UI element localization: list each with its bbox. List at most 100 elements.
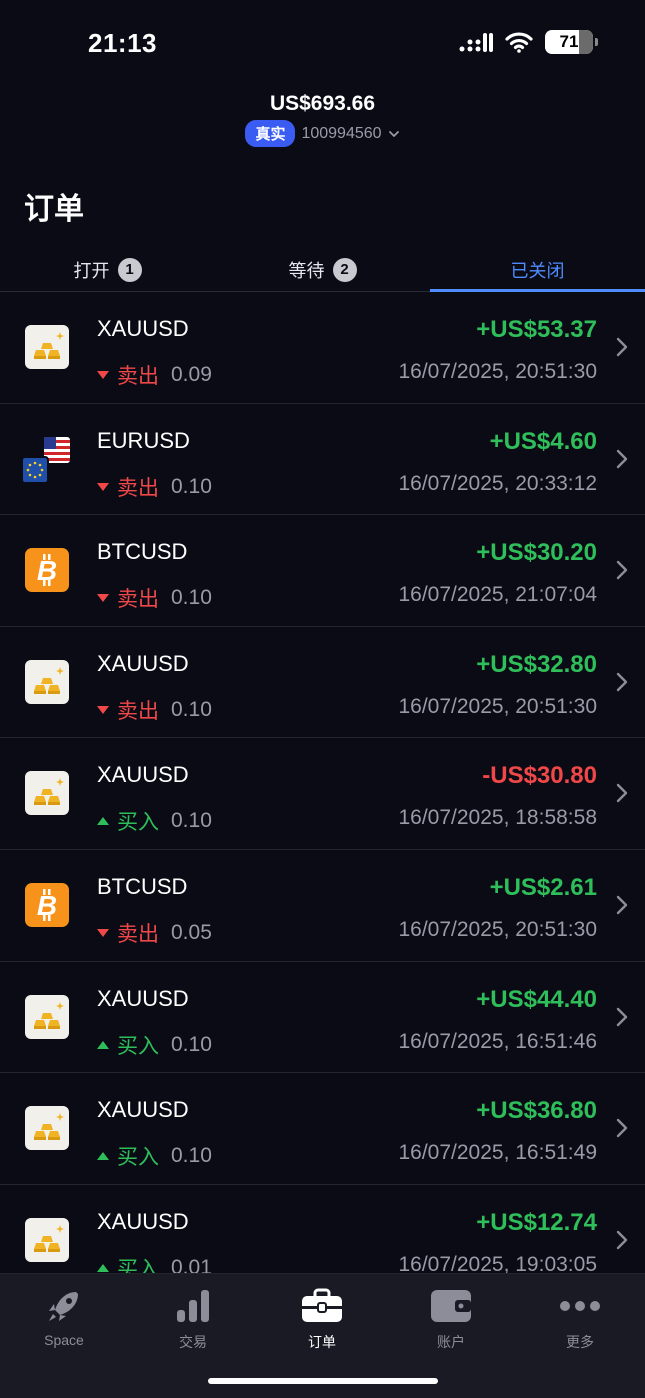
nav-label: 账户 [437, 1334, 465, 1350]
order-row[interactable]: XAUUSD 买入 0.10 +US$44.40 16/07/2025, 16:… [0, 962, 645, 1074]
order-row[interactable]: B BTCUSD 卖出 0.10 +US$30.20 16/07/2025, 2… [0, 515, 645, 627]
order-close-time: 16/07/2025, 20:51:30 [398, 694, 597, 718]
order-symbol: XAUUSD [97, 985, 189, 1011]
order-symbol: BTCUSD [97, 539, 188, 565]
order-pnl: +US$36.80 [476, 1097, 597, 1125]
account-type-badge: 真实 [245, 120, 296, 147]
order-volume: 0.10 [171, 474, 212, 498]
nav-more[interactable]: 更多 [535, 1286, 625, 1352]
account-selector[interactable]: 真实 100994560 [0, 120, 645, 147]
tab-label: 打开 [73, 260, 110, 281]
account-balance: US$693.66 [269, 92, 376, 115]
order-volume: 0.10 [171, 697, 212, 721]
order-symbol: XAUUSD [97, 1208, 189, 1234]
gold-bars-icon [25, 994, 69, 1039]
order-row[interactable]: B BTCUSD 卖出 0.05 +US$2.61 16/07/2025, 20… [0, 850, 645, 962]
chevron-right-icon [616, 1230, 628, 1249]
status-icons: 71 [459, 30, 598, 54]
eu-us-flags-icon [21, 435, 70, 484]
order-symbol: XAUUSD [97, 316, 189, 341]
gold-bars-icon [25, 325, 69, 369]
gold-bars-icon [25, 1217, 69, 1262]
chevron-right-icon [616, 1007, 628, 1026]
order-side: 卖出 [117, 922, 159, 946]
order-volume: 0.10 [171, 1032, 212, 1056]
order-symbol: XAUUSD [97, 762, 189, 788]
tab-pending[interactable]: 等待 2 [215, 248, 430, 291]
nav-space[interactable]: Space [19, 1286, 109, 1348]
order-side-line: 卖出 0.10 [97, 583, 212, 613]
battery-icon: 71 [545, 30, 598, 54]
nav-account[interactable]: 账户 [406, 1286, 496, 1352]
order-side: 买入 [117, 1034, 159, 1058]
triangle-up-icon [97, 1040, 109, 1049]
order-close-time: 16/07/2025, 18:58:58 [398, 806, 597, 830]
cellular-signal-icon [459, 33, 493, 52]
order-side-line: 买入 0.10 [97, 1141, 212, 1171]
order-close-time: 16/07/2025, 20:33:12 [398, 471, 597, 495]
bitcoin-icon: B [25, 882, 69, 927]
order-side-line: 卖出 0.09 [97, 360, 212, 390]
order-row[interactable]: XAUUSD 买入 0.01 +US$12.74 16/07/2025, 19:… [0, 1185, 645, 1273]
order-side: 买入 [117, 1257, 159, 1273]
order-side: 买入 [117, 1146, 159, 1170]
order-side: 买入 [117, 811, 159, 835]
order-pnl: +US$30.20 [476, 539, 597, 567]
order-side: 卖出 [117, 365, 159, 388]
order-volume: 0.01 [171, 1255, 212, 1273]
order-row[interactable]: EURUSD 卖出 0.10 +US$4.60 16/07/2025, 20:3… [0, 404, 645, 516]
wallet-icon [431, 1290, 471, 1322]
tab-count-badge: 1 [117, 257, 142, 282]
tab-open[interactable]: 打开 1 [0, 248, 215, 291]
order-side-line: 买入 0.10 [97, 806, 212, 836]
order-pnl: +US$2.61 [489, 873, 597, 901]
gold-bars-icon [25, 659, 69, 704]
gold-bars-icon [25, 1106, 69, 1151]
order-side: 卖出 [117, 588, 159, 612]
closed-orders-list[interactable]: XAUUSD 卖出 0.09 +US$53.37 16/07/2025, 20:… [0, 292, 645, 1273]
order-volume: 0.10 [171, 809, 212, 833]
order-volume: 0.05 [171, 920, 212, 944]
chevron-right-icon [616, 672, 628, 691]
nav-label: 更多 [566, 1334, 594, 1350]
order-row[interactable]: XAUUSD 卖出 0.10 +US$32.80 16/07/2025, 20:… [0, 627, 645, 739]
order-pnl: +US$32.80 [476, 650, 597, 678]
nav-orders[interactable]: 订单 [277, 1286, 367, 1352]
order-side-line: 买入 0.10 [97, 1030, 212, 1060]
order-volume: 0.10 [171, 1144, 212, 1168]
order-volume: 0.09 [171, 363, 212, 386]
order-symbol: XAUUSD [97, 650, 189, 676]
gold-bars-icon [25, 771, 69, 816]
order-side: 卖出 [117, 699, 159, 723]
triangle-up-icon [97, 1152, 109, 1161]
order-row[interactable]: XAUUSD 买入 0.10 -US$30.80 16/07/2025, 18:… [0, 738, 645, 850]
nav-label: 交易 [179, 1334, 207, 1350]
battery-level: 71 [559, 32, 579, 51]
status-time: 21:13 [88, 28, 157, 58]
bitcoin-icon: B [25, 548, 69, 593]
tab-closed[interactable]: 已关闭 [430, 248, 645, 292]
order-row[interactable]: XAUUSD 卖出 0.09 +US$53.37 16/07/2025, 20:… [0, 292, 645, 404]
svg-text:B: B [37, 890, 57, 921]
chevron-right-icon [616, 449, 628, 468]
order-close-time: 16/07/2025, 20:51:30 [398, 360, 597, 383]
order-pnl: +US$12.74 [476, 1208, 597, 1236]
account-header[interactable]: US$693.66 真实 100994560 [0, 92, 645, 147]
tab-label: 等待 [288, 260, 325, 281]
nav-trade[interactable]: 交易 [148, 1286, 238, 1352]
triangle-down-icon [97, 705, 109, 714]
chevron-down-icon[interactable] [388, 128, 400, 140]
triangle-up-icon [97, 817, 109, 826]
briefcase-icon [302, 1288, 342, 1322]
order-close-time: 16/07/2025, 20:51:30 [398, 917, 597, 941]
chevron-right-icon [616, 1118, 628, 1138]
order-side: 卖出 [117, 476, 159, 500]
page-title: 订单 [24, 193, 84, 226]
order-row[interactable]: XAUUSD 买入 0.10 +US$36.80 16/07/2025, 16:… [0, 1073, 645, 1185]
triangle-down-icon [97, 482, 109, 491]
chevron-right-icon [616, 337, 628, 357]
tab-label: 已关闭 [510, 260, 565, 281]
wifi-icon [505, 32, 533, 53]
more-dots-icon [560, 1301, 600, 1311]
svg-text:B: B [37, 555, 57, 586]
